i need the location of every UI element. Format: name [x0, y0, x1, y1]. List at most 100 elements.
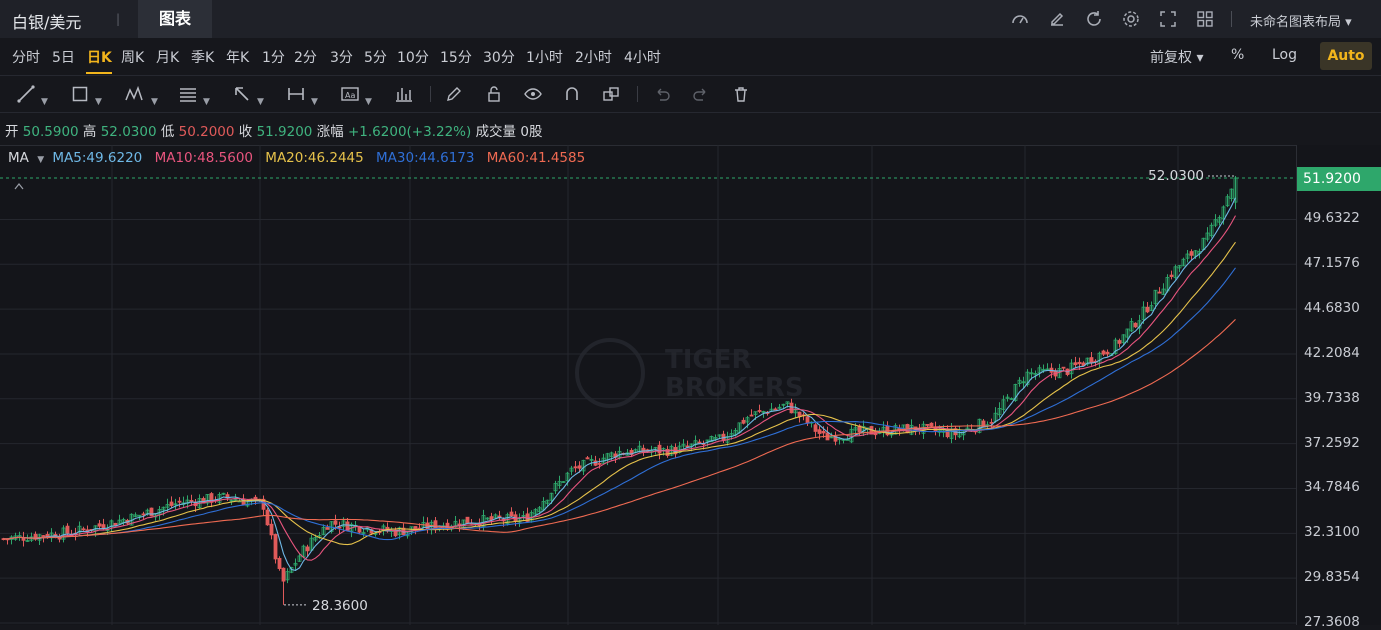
candle-body — [1101, 350, 1106, 355]
line-tool-icon[interactable]: ▼ — [16, 84, 48, 107]
interval-1小时[interactable]: 1小时 — [526, 47, 563, 67]
interval-5日[interactable]: 5日 — [52, 47, 75, 67]
interval-bar: 分时 5日 日K 周K 月K 季K 年K 1分 2分 3分 5分 10分 15分… — [0, 38, 1381, 74]
fullscreen-icon[interactable] — [1158, 9, 1178, 29]
refresh-icon[interactable] — [1084, 9, 1104, 29]
rectangle-tool-icon[interactable]: ▼ — [70, 84, 102, 107]
grid-icon[interactable] — [1195, 9, 1215, 29]
ma-legend-caret[interactable]: ▼ — [37, 155, 44, 165]
edit-icon[interactable] — [1047, 9, 1067, 29]
interval-3分[interactable]: 3分 — [330, 47, 353, 67]
ma-legend: MA ▼ MA5:49.6220 MA10:48.5600 MA20:46.24… — [8, 150, 585, 166]
candle-body — [265, 509, 270, 526]
interval-5分[interactable]: 5分 — [364, 47, 387, 67]
open-label: 开 — [5, 124, 19, 140]
ma5-value: MA5:49.6220 — [52, 150, 143, 166]
magnet-icon[interactable] — [562, 84, 582, 104]
ma10-line — [3, 215, 1236, 561]
indicator-icon[interactable] — [394, 84, 414, 104]
active-interval-underline — [86, 72, 112, 74]
interval-月K[interactable]: 月K — [156, 47, 179, 67]
candle-body — [1061, 366, 1066, 369]
arrow-tool-icon[interactable]: ▼ — [232, 84, 264, 107]
candle-body — [41, 535, 46, 537]
log-scale-button[interactable]: Log — [1272, 47, 1297, 63]
wave-tool-icon[interactable]: ▼ — [124, 84, 158, 107]
candle-body — [337, 526, 342, 529]
auto-scale-button[interactable]: Auto — [1320, 42, 1372, 70]
price-tick: 39.7338 — [1304, 389, 1360, 406]
candlestick-chart[interactable]: 52.0300 28.3600 — [0, 145, 1296, 625]
link-icon[interactable] — [601, 84, 621, 104]
candle-body — [281, 567, 286, 582]
close-label: 收 — [238, 124, 253, 140]
layout-name-dropdown[interactable]: 未命名图表布局 ▾ — [1250, 11, 1352, 30]
candle-body — [425, 522, 430, 530]
open-value: 50.5900 — [22, 124, 79, 140]
interval-4小时[interactable]: 4小时 — [624, 47, 661, 67]
price-tick: 29.8354 — [1304, 569, 1360, 586]
interval-1分[interactable]: 1分 — [262, 47, 285, 67]
interval-分时[interactable]: 分时 — [12, 47, 40, 67]
change-value: +1.6200(+3.22%) — [347, 124, 472, 140]
fib-tool-icon[interactable]: ▼ — [178, 84, 210, 107]
candle-body — [1169, 274, 1174, 277]
undo-icon[interactable] — [652, 84, 672, 104]
interval-30分[interactable]: 30分 — [483, 47, 515, 67]
toolbar-separator — [637, 86, 638, 102]
interval-10分[interactable]: 10分 — [397, 47, 429, 67]
candle-body — [1117, 340, 1122, 344]
candle-body — [797, 411, 802, 418]
redo-icon[interactable] — [691, 84, 711, 104]
low-annotation: 28.3600 — [312, 598, 368, 614]
lock-icon[interactable] — [484, 84, 504, 104]
interval-季K[interactable]: 季K — [191, 47, 214, 67]
candle-body — [65, 525, 70, 534]
candle-body — [1089, 357, 1094, 364]
interval-2小时[interactable]: 2小时 — [575, 47, 612, 67]
candle-body — [697, 441, 702, 444]
interval-2分[interactable]: 2分 — [294, 47, 317, 67]
price-tick: 49.6322 — [1304, 210, 1360, 227]
toolbar-separator — [430, 86, 431, 102]
interval-日K[interactable]: 日K — [87, 47, 112, 67]
title-separator: | — [116, 12, 121, 26]
candle-body — [577, 465, 582, 469]
candle-body — [189, 499, 194, 502]
candle-body — [325, 527, 330, 530]
adjust-dropdown[interactable]: 前复权 ▾ — [1150, 47, 1203, 67]
scroll-up-icon — [14, 183, 24, 190]
percent-scale-button[interactable]: % — [1231, 47, 1244, 63]
candle-body — [749, 414, 754, 417]
candle-body — [1157, 291, 1162, 294]
candle-body — [149, 507, 154, 517]
measure-tool-icon[interactable]: ▼ — [286, 84, 318, 107]
interval-年K[interactable]: 年K — [226, 47, 249, 67]
candle-body — [1145, 306, 1150, 313]
candle-body — [1105, 351, 1110, 355]
trash-icon[interactable] — [731, 84, 751, 104]
symbol-title[interactable]: 白银/美元 — [12, 9, 81, 33]
eye-icon[interactable] — [523, 84, 543, 104]
ma-legend-label[interactable]: MA — [8, 150, 29, 166]
candle-body — [989, 421, 994, 424]
ma10-value: MA10:48.5600 — [154, 150, 253, 166]
ma60-value: MA60:41.4585 — [486, 150, 586, 166]
settings-icon[interactable] — [1121, 9, 1141, 29]
interval-15分[interactable]: 15分 — [440, 47, 472, 67]
ma30-line — [3, 267, 1236, 541]
ma5-line — [3, 197, 1236, 571]
candle-body — [789, 402, 794, 414]
candle-body — [1133, 322, 1138, 328]
interval-周K[interactable]: 周K — [121, 47, 144, 67]
price-tick: 44.6830 — [1304, 300, 1360, 317]
speedometer-icon[interactable] — [1010, 9, 1030, 29]
price-tick: 32.3100 — [1304, 524, 1360, 541]
ohlc-info: 开 50.5900 高 52.0300 低 50.2000 收 51.9200 … — [5, 120, 542, 140]
text-tool-icon[interactable]: Aa ▼ — [340, 84, 372, 107]
high-label: 高 — [82, 124, 97, 140]
pen-icon[interactable] — [444, 84, 464, 104]
candle-body — [141, 513, 146, 516]
tab-chart[interactable]: 图表 — [138, 0, 212, 38]
candle-body — [465, 516, 470, 524]
